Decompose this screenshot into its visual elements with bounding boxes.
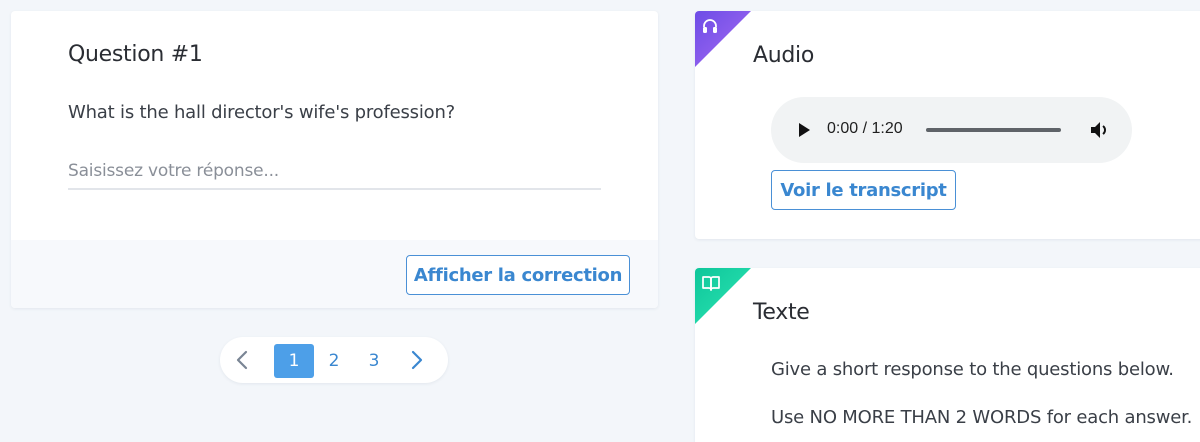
audio-corner-badge [695,11,751,67]
text-card: Texte Give a short response to the quest… [695,268,1200,442]
instruction-line: Give a short response to the questions b… [771,359,1174,380]
audio-title: Audio [753,43,815,68]
page-1-button[interactable]: 1 [274,344,314,378]
chevron-right-icon[interactable] [404,348,428,372]
audio-card: Audio 0:00 / 1:20 Voir le transcript [695,11,1200,239]
headphones-icon [701,17,719,40]
book-icon [701,274,721,297]
instruction-line: Use NO MORE THAN 2 WORDS for each answer… [771,407,1193,428]
volume-icon[interactable] [1089,119,1111,146]
view-transcript-button[interactable]: Voir le transcript [771,170,956,210]
chevron-left-icon[interactable] [231,348,255,372]
audio-time: 0:00 / 1:20 [827,120,903,137]
audio-progress-track[interactable] [926,128,1061,132]
question-text: What is the hall director's wife's profe… [68,102,456,123]
pagination: 1 2 3 [220,337,448,383]
question-card: Question #1 What is the hall director's … [11,11,658,308]
audio-player[interactable]: 0:00 / 1:20 [771,97,1132,163]
page-3-button[interactable]: 3 [354,344,394,378]
play-icon[interactable] [797,122,811,143]
question-title: Question #1 [68,42,203,67]
text-corner-badge [695,268,751,324]
answer-input[interactable] [68,154,601,190]
question-footer: Afficher la correction [11,240,658,308]
page-2-button[interactable]: 2 [314,344,354,378]
text-title: Texte [753,300,810,325]
show-correction-button[interactable]: Afficher la correction [406,255,630,295]
